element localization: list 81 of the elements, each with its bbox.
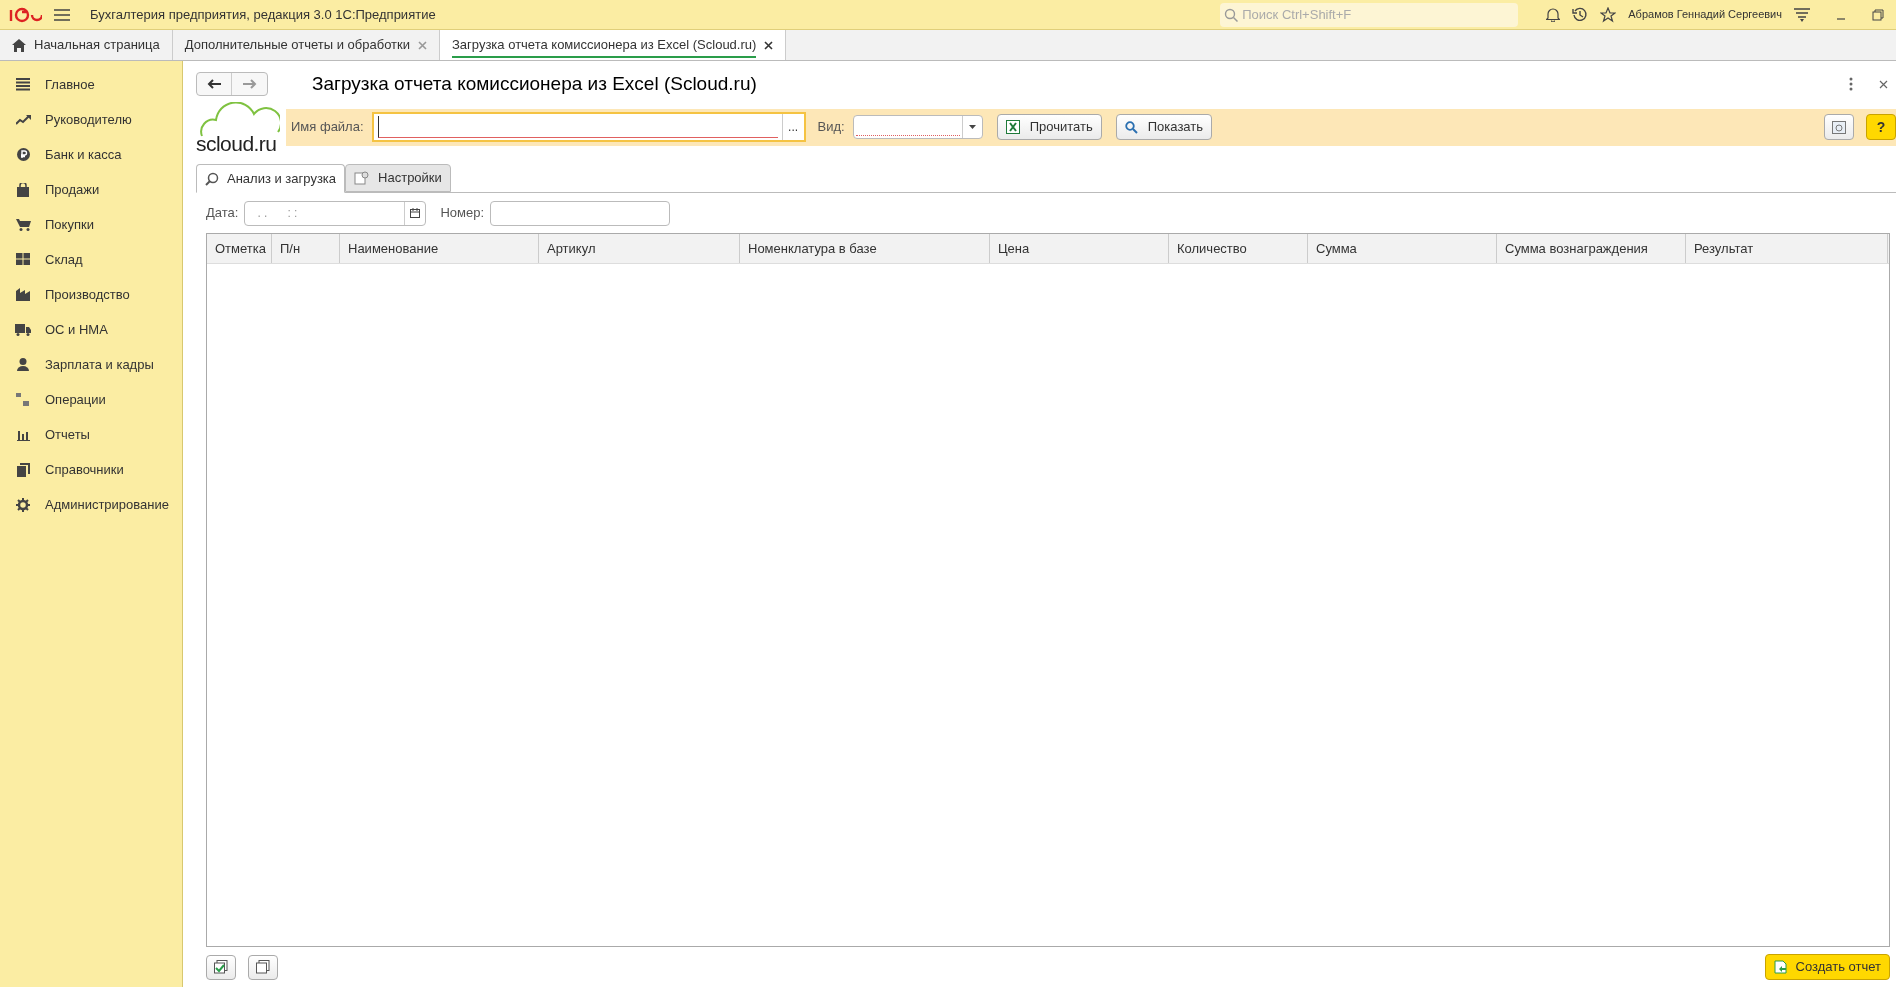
app-title: Бухгалтерия предприятия, редакция 3.0 1С:Предприятие: [90, 5, 436, 24]
file-browse-button[interactable]: ...: [781, 114, 804, 140]
sidebar-item[interactable]: Склад: [0, 242, 182, 277]
sidebar-item[interactable]: Банк и касса: [0, 137, 182, 172]
excel-icon: [1005, 120, 1020, 134]
toolbar-button[interactable]: Прочитать: [996, 114, 1102, 140]
back-arrow-icon: [207, 79, 221, 89]
create-report-button[interactable]: Создать отчет: [1764, 954, 1890, 980]
file-label: Имя файла:: [291, 118, 364, 137]
column-header[interactable]: Сумма: [1308, 234, 1497, 263]
window-tab[interactable]: Начальная страница: [0, 30, 173, 60]
column-header[interactable]: П/н: [272, 234, 340, 263]
calendar-icon: [410, 208, 421, 218]
close-icon[interactable]: [1879, 79, 1888, 89]
settings-button[interactable]: [1824, 114, 1854, 140]
number-label: Номер:: [440, 204, 485, 223]
toolbar-button[interactable]: Показать: [1115, 114, 1212, 140]
sidebar-item[interactable]: Операции: [0, 382, 182, 417]
scloud-logo: scloud.ru: [196, 100, 286, 154]
form-tab[interactable]: Настройки: [345, 164, 451, 192]
cart-icon: [15, 218, 31, 231]
restore-icon[interactable]: [1872, 8, 1884, 21]
logo-icon: [8, 6, 42, 23]
kind-label: Вид:: [817, 118, 845, 137]
kind-select[interactable]: [852, 115, 983, 139]
gear-icon: [16, 497, 30, 512]
sidebar-item[interactable]: Зарплата и кадры: [0, 347, 182, 382]
sidebar-item[interactable]: Руководителю: [0, 102, 182, 137]
search-icon: [1124, 120, 1138, 134]
person-icon: [17, 358, 29, 371]
sidebar-item[interactable]: Справочники: [0, 452, 182, 487]
search-icon: [1224, 7, 1239, 22]
bell-icon[interactable]: [1546, 7, 1561, 22]
bar-chart-icon: [16, 428, 30, 441]
uncheck-all-button[interactable]: [248, 954, 278, 980]
file-name-field[interactable]: ...: [371, 112, 806, 142]
sidebar-item[interactable]: Продажи: [0, 172, 182, 207]
menu-lines-icon: [16, 78, 30, 91]
grid-icon: [16, 253, 30, 266]
column-header[interactable]: Результат: [1686, 234, 1888, 263]
copy-icon: [256, 960, 270, 974]
sidebar-item[interactable]: Отчеты: [0, 417, 182, 452]
close-icon[interactable]: [764, 40, 774, 50]
form-tab[interactable]: Анализ и загрузка: [196, 164, 346, 193]
form-title: Загрузка отчета комиссионера из Excel (Scloud.ru): [312, 71, 757, 96]
date-label: Дата:: [206, 204, 239, 223]
column-header[interactable]: Сумма вознаграждения: [1497, 234, 1686, 263]
user-name[interactable]: Абрамов Геннадий Сергеевич: [1628, 6, 1782, 23]
ruble-coin-icon: [16, 148, 30, 161]
sidebar-item[interactable]: Главное: [0, 67, 182, 102]
history-icon[interactable]: [1572, 6, 1589, 23]
trend-icon: [15, 114, 31, 125]
column-header[interactable]: Цена: [990, 234, 1169, 263]
document-icon: [1773, 960, 1788, 974]
sidebar-item[interactable]: Покупки: [0, 207, 182, 242]
menu-icon[interactable]: [54, 8, 70, 21]
column-header[interactable]: Количество: [1169, 234, 1308, 263]
number-field[interactable]: [490, 200, 671, 226]
magnifier-icon: [205, 171, 219, 186]
column-header[interactable]: Наименование: [340, 234, 539, 263]
checklist-icon: [214, 960, 228, 974]
home-icon: [12, 38, 26, 52]
sidebar-item[interactable]: ОС и НМА: [0, 312, 182, 347]
column-header[interactable]: Номенклатура в базе: [740, 234, 990, 263]
more-icon[interactable]: [1849, 77, 1853, 91]
check-all-button[interactable]: [206, 954, 236, 980]
screen-icon: [1832, 120, 1846, 134]
column-header[interactable]: Артикул: [539, 234, 740, 263]
dropdown-caret-icon: [968, 125, 976, 129]
forward-arrow-icon: [242, 79, 257, 89]
books-icon: [16, 462, 30, 477]
filter-menu-icon[interactable]: [1794, 7, 1810, 22]
window-tab[interactable]: Загрузка отчета комиссионера из Excel (Scloud.ru): [440, 30, 787, 60]
factory-icon: [16, 288, 30, 301]
sidebar-item[interactable]: Производство: [0, 277, 182, 312]
sidebar-item[interactable]: Администрирование: [0, 487, 182, 522]
truck-icon: [15, 323, 31, 336]
column-header[interactable]: Отметка: [207, 234, 272, 263]
star-icon[interactable]: [1600, 6, 1617, 23]
help-button[interactable]: ?: [1866, 114, 1896, 140]
shopping-bag-icon: [17, 182, 29, 197]
